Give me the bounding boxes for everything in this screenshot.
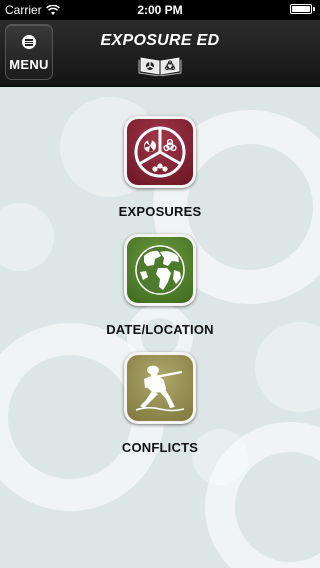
conflicts-item[interactable]: CONFLICTS xyxy=(0,352,320,462)
menu-button-label: MENU xyxy=(9,57,49,72)
exposures-tile[interactable] xyxy=(124,116,196,188)
exposures-label: EXPOSURES xyxy=(118,204,202,219)
exposures-item[interactable]: EXPOSURES xyxy=(0,116,320,226)
hazard-symbols-icon xyxy=(134,126,186,178)
status-time: 2:00 PM xyxy=(137,3,183,17)
battery-icon xyxy=(290,4,315,14)
globe-icon xyxy=(135,245,185,295)
soldier-icon xyxy=(135,365,185,412)
app-title: EXPOSURE ED xyxy=(100,32,220,49)
date-location-label: DATE/LOCATION xyxy=(106,322,214,337)
conflicts-tile[interactable] xyxy=(124,352,196,424)
date-location-tile[interactable] xyxy=(124,234,196,306)
nav-bar: MENU EXPOSURE ED xyxy=(0,20,320,87)
status-bar: Carrier 2:00 PM xyxy=(0,0,320,20)
book-logo-icon xyxy=(138,57,182,76)
date-location-item[interactable]: DATE/LOCATION xyxy=(0,234,320,344)
conflicts-label: CONFLICTS xyxy=(121,440,199,455)
